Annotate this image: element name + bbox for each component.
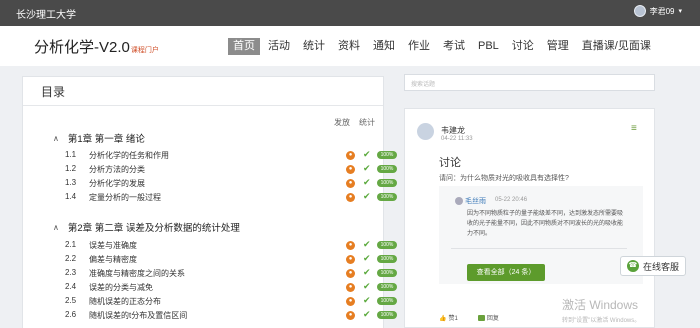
progress-badge: 100% <box>377 193 397 201</box>
chevron-down-icon: ▾ <box>678 8 682 15</box>
check-icon: ✔ <box>363 239 371 249</box>
user-menu[interactable]: 李君09 ▾ <box>633 5 682 17</box>
course-header: 分析化学-V2.0课程门户 首页 活动 统计 资料 通知 作业 考试 PBL 讨… <box>0 26 700 66</box>
nav-home[interactable]: 首页 <box>228 38 260 55</box>
online-service-button[interactable]: ☎ 在线客服 <box>620 256 686 276</box>
course-nav: 首页 活动 统计 资料 通知 作业 考试 PBL 讨论 管理 直播课/见面课 <box>228 38 659 55</box>
user-avatar <box>633 5 646 17</box>
course-portal-link[interactable]: 课程门户 <box>131 47 159 54</box>
reply-avatar <box>455 197 463 205</box>
user-name: 李君09 <box>649 6 675 16</box>
nav-discussion[interactable]: 讨论 <box>507 38 539 55</box>
nav-live[interactable]: 直播课/见面课 <box>577 38 656 55</box>
chapter-2[interactable]: ∧ 第2章 第二章 误差及分析数据的统计处理 <box>53 220 240 235</box>
author-name[interactable]: 韦建龙 <box>441 125 465 136</box>
check-icon: ✔ <box>363 149 371 159</box>
publish-icon[interactable]: ● <box>346 255 355 264</box>
reply-button[interactable]: 回复 <box>477 313 499 322</box>
check-icon: ✔ <box>363 267 371 277</box>
publish-icon[interactable]: ● <box>346 151 355 160</box>
check-icon: ✔ <box>363 295 371 305</box>
topic-question: 请问：为什么物质对光的吸收具有选择性? <box>439 175 569 182</box>
post-actions: 👍 赞1 回复 <box>439 313 499 322</box>
progress-badge: 100% <box>377 311 397 319</box>
publish-icon[interactable]: ● <box>346 311 355 320</box>
author-avatar[interactable] <box>417 123 434 140</box>
nav-notices[interactable]: 通知 <box>368 38 400 55</box>
section-row[interactable]: 2.5 随机误差的正态分布 ● ✔ 100% <box>63 295 397 308</box>
publish-icon[interactable]: ● <box>346 179 355 188</box>
nav-materials[interactable]: 资料 <box>333 38 365 55</box>
discussion-card: 韦建龙 04-22 11:33 ≡ 讨论 请问：为什么物质对光的吸收具有选择性?… <box>404 108 655 328</box>
divider <box>451 248 627 249</box>
outline-panel: 目录 发放 统计 ∧ 第1章 第一章 绪论 1.1 分析化学的任务和作用 ● ✔… <box>22 76 397 328</box>
reply-time: 05-22 20:46 <box>495 197 528 203</box>
chapter-1[interactable]: ∧ 第1章 第一章 绪论 <box>53 131 145 146</box>
progress-badge: 100% <box>377 255 397 263</box>
nav-stats[interactable]: 统计 <box>298 38 330 55</box>
progress-badge: 100% <box>377 179 397 187</box>
topic-search-input[interactable]: 搜索话题 <box>404 74 655 91</box>
publish-icon[interactable]: ● <box>346 193 355 202</box>
top-bar: 长沙理工大学 李君09 ▾ <box>0 0 700 26</box>
publish-icon[interactable]: ● <box>346 283 355 292</box>
section-row[interactable]: 2.1 误差与准确度 ● ✔ 100% <box>63 239 397 252</box>
windows-activation-watermark: 激活 Windows 转到"设置"以激活 Windows。 <box>562 298 641 324</box>
col-publish: 发放 <box>334 118 350 127</box>
nav-homework[interactable]: 作业 <box>403 38 435 55</box>
topic-title[interactable]: 讨论 <box>439 154 461 170</box>
publish-icon[interactable]: ● <box>346 165 355 174</box>
outline-title: 目录 <box>41 85 66 99</box>
progress-badge: 100% <box>377 151 397 159</box>
thumbs-up-icon: 👍 <box>439 316 447 322</box>
progress-badge: 100% <box>377 241 397 249</box>
section-row[interactable]: 2.3 准确度与精密度之间的关系 ● ✔ 100% <box>63 267 397 280</box>
section-row[interactable]: 2.6 随机误差的t分布及置信区间 ● ✔ 100% <box>63 309 397 322</box>
chevron-up-icon[interactable]: ∧ <box>53 134 59 143</box>
check-icon: ✔ <box>363 309 371 319</box>
nav-activity[interactable]: 活动 <box>263 38 295 55</box>
section-row[interactable]: 1.3 分析化学的发展 ● ✔ 100% <box>63 177 397 190</box>
section-row[interactable]: 1.4 定量分析的一般过程 ● ✔ 100% <box>63 191 397 204</box>
publish-icon[interactable]: ● <box>346 241 355 250</box>
check-icon: ✔ <box>363 281 371 291</box>
comment-icon <box>477 315 485 322</box>
course-title: 分析化学-V2.0课程门户 <box>34 39 159 56</box>
check-icon: ✔ <box>363 191 371 201</box>
progress-badge: 100% <box>377 165 397 173</box>
reply-author[interactable]: 毛丝雨 <box>465 196 486 206</box>
view-all-button[interactable]: 查看全部（24 条） <box>467 264 545 281</box>
publish-icon[interactable]: ● <box>346 297 355 306</box>
menu-icon[interactable]: ≡ <box>631 123 637 134</box>
headset-icon: ☎ <box>626 260 639 272</box>
check-icon: ✔ <box>363 163 371 173</box>
publish-icon[interactable]: ● <box>346 269 355 278</box>
section-row[interactable]: 2.2 偏差与精密度 ● ✔ 100% <box>63 253 397 266</box>
school-name[interactable]: 长沙理工大学 <box>16 6 76 21</box>
col-stats: 统计 <box>359 118 375 127</box>
nav-pbl[interactable]: PBL <box>473 38 504 55</box>
check-icon: ✔ <box>363 177 371 187</box>
nav-exam[interactable]: 考试 <box>438 38 470 55</box>
progress-badge: 100% <box>377 283 397 291</box>
divider <box>23 105 383 106</box>
chevron-up-icon[interactable]: ∧ <box>53 223 59 232</box>
reply-body: 因为不同物质粒子的量子能级差不同，达到激发态所需要吸收的光子能量不同，因此不同物… <box>467 211 624 237</box>
post-time: 04-22 11:33 <box>441 136 473 142</box>
progress-badge: 100% <box>377 269 397 277</box>
section-row[interactable]: 1.2 分析方法的分类 ● ✔ 100% <box>63 163 397 176</box>
nav-manage[interactable]: 管理 <box>542 38 574 55</box>
section-row[interactable]: 1.1 分析化学的任务和作用 ● ✔ 100% <box>63 149 397 162</box>
like-button[interactable]: 👍 赞1 <box>439 313 458 322</box>
section-row[interactable]: 2.4 误差的分类与减免 ● ✔ 100% <box>63 281 397 294</box>
check-icon: ✔ <box>363 253 371 263</box>
progress-badge: 100% <box>377 297 397 305</box>
